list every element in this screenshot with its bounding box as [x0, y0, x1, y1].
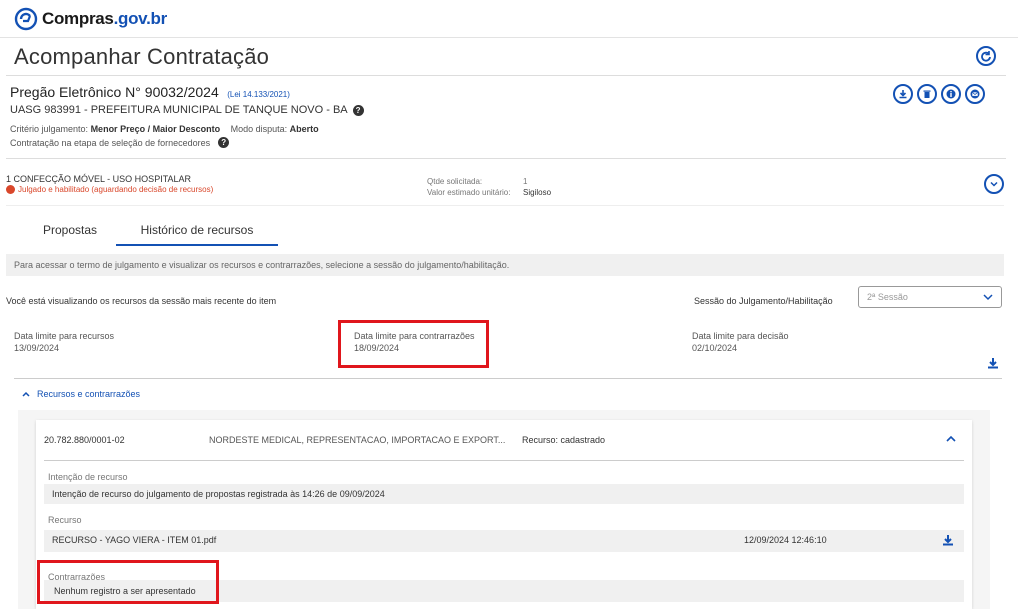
logo[interactable]: Compras .gov.br [14, 7, 167, 31]
criterio-line: Critério julgamento: Menor Preço / Maior… [10, 124, 319, 134]
empresa-name: NORDESTE MEDICAL, REPRESENTACAO, IMPORTA… [209, 435, 506, 445]
divider [6, 158, 1006, 159]
item-status: Julgado e habilitado (aguardando decisão… [6, 185, 213, 194]
refresh-button[interactable] [976, 46, 996, 66]
decisao-date-value: 02/10/2024 [692, 343, 738, 353]
help-icon[interactable]: ? [218, 137, 230, 148]
valor-value: Sigiloso [523, 188, 552, 197]
info-bar: Para acessar o termo de julgamento e vis… [6, 254, 1004, 276]
highlight-box [37, 560, 219, 604]
cnpj: 20.782.880/0001-02 [44, 435, 125, 445]
viewing-text: Você está visualizando os recursos da se… [6, 296, 277, 306]
expand-item-button[interactable] [984, 174, 1004, 194]
recursos-toggle-label: Recursos e contrarrazões [37, 389, 141, 399]
refresh-icon [981, 51, 991, 62]
session-select-value: 2ª Sessão [867, 292, 908, 302]
item-status-text: Julgado e habilitado (aguardando decisão… [18, 185, 214, 194]
intencao-box: Intenção de recurso do julgamento de pro… [44, 484, 964, 504]
recursos-toggle[interactable]: Recursos e contrarrazões [22, 389, 140, 399]
intencao-label: Intenção de recurso [48, 472, 128, 482]
tab-historico[interactable]: Histórico de recursos [116, 215, 278, 246]
divider [14, 378, 1002, 379]
law-link[interactable]: (Lei 14.133/2021) [227, 90, 290, 99]
tab-propostas[interactable]: Propostas [24, 215, 116, 246]
status-icon [6, 185, 15, 194]
divider [44, 460, 964, 461]
recurso-datetime: 12/09/2024 12:46:10 [744, 535, 827, 545]
item-title: 1 CONFECÇÃO MÓVEL - USO HOSPITALAR [6, 174, 192, 184]
criterio-label: Critério julgamento: [10, 124, 89, 134]
help-icon[interactable]: ? [352, 104, 364, 116]
info-text: Para acessar o termo de julgamento e vis… [14, 260, 510, 270]
logo-domain: .gov.br [113, 9, 168, 28]
etapa-text: Contratação na etapa de seleção de forne… [10, 137, 211, 148]
valor-label: Valor estimado unitário: [427, 188, 511, 197]
logo-icon [14, 7, 38, 31]
top-header: Compras .gov.br [0, 0, 1018, 38]
page-title: Acompanhar Contratação [14, 44, 270, 69]
criterio-value: Menor Preço / Maior Desconto [90, 124, 221, 134]
modo-label: Modo disputa: [230, 124, 288, 134]
pregao-header: Pregão Eletrônico N° 90032/2024 (Lei 14.… [10, 84, 290, 102]
download-icon[interactable] [942, 534, 954, 546]
uasg-line: UASG 983991 - PREFEITURA MUNICIPAL DE TA… [10, 104, 364, 116]
recurso-file[interactable]: RECURSO - YAGO VIERA - ITEM 01.pdf [52, 535, 216, 545]
recurso-status: Recurso: cadastrado [522, 435, 606, 445]
session-select-label: Sessão do Julgamento/Habilitação [694, 296, 833, 306]
divider [6, 75, 1006, 76]
qtde-value: 1 [523, 177, 528, 186]
action-icons [893, 84, 985, 104]
mail-icon[interactable] [965, 84, 985, 104]
etapa-line: Contratação na etapa de seleção de forne… [10, 137, 230, 148]
chevron-up-icon[interactable] [946, 435, 956, 443]
uasg-text: UASG 983991 - PREFEITURA MUNICIPAL DE TA… [10, 104, 348, 116]
qtde-label: Qtde solicitada: [427, 177, 483, 186]
chevron-up-icon [22, 391, 30, 397]
session-select[interactable]: 2ª Sessão [858, 286, 1002, 308]
tab-label: Propostas [42, 223, 98, 237]
logo-text: Compras [42, 9, 114, 28]
trash-icon[interactable] [917, 84, 937, 104]
pregao-title: Pregão Eletrônico N° 90032/2024 [10, 84, 219, 100]
download-icon[interactable] [987, 357, 999, 369]
highlight-box [338, 320, 489, 368]
intencao-text: Intenção de recurso do julgamento de pro… [52, 489, 385, 499]
info-icon[interactable] [941, 84, 961, 104]
recursos-date-label: Data limite para recursos [14, 331, 115, 341]
chevron-down-icon [983, 294, 993, 301]
recursos-date-value: 13/09/2024 [14, 343, 60, 353]
modo-value: Aberto [289, 124, 319, 134]
chevron-down-icon [990, 181, 998, 187]
tab-label: Histórico de recursos [140, 223, 254, 237]
decisao-date-label: Data limite para decisão [692, 331, 789, 341]
download-icon[interactable] [893, 84, 913, 104]
recurso-label: Recurso [48, 515, 82, 525]
